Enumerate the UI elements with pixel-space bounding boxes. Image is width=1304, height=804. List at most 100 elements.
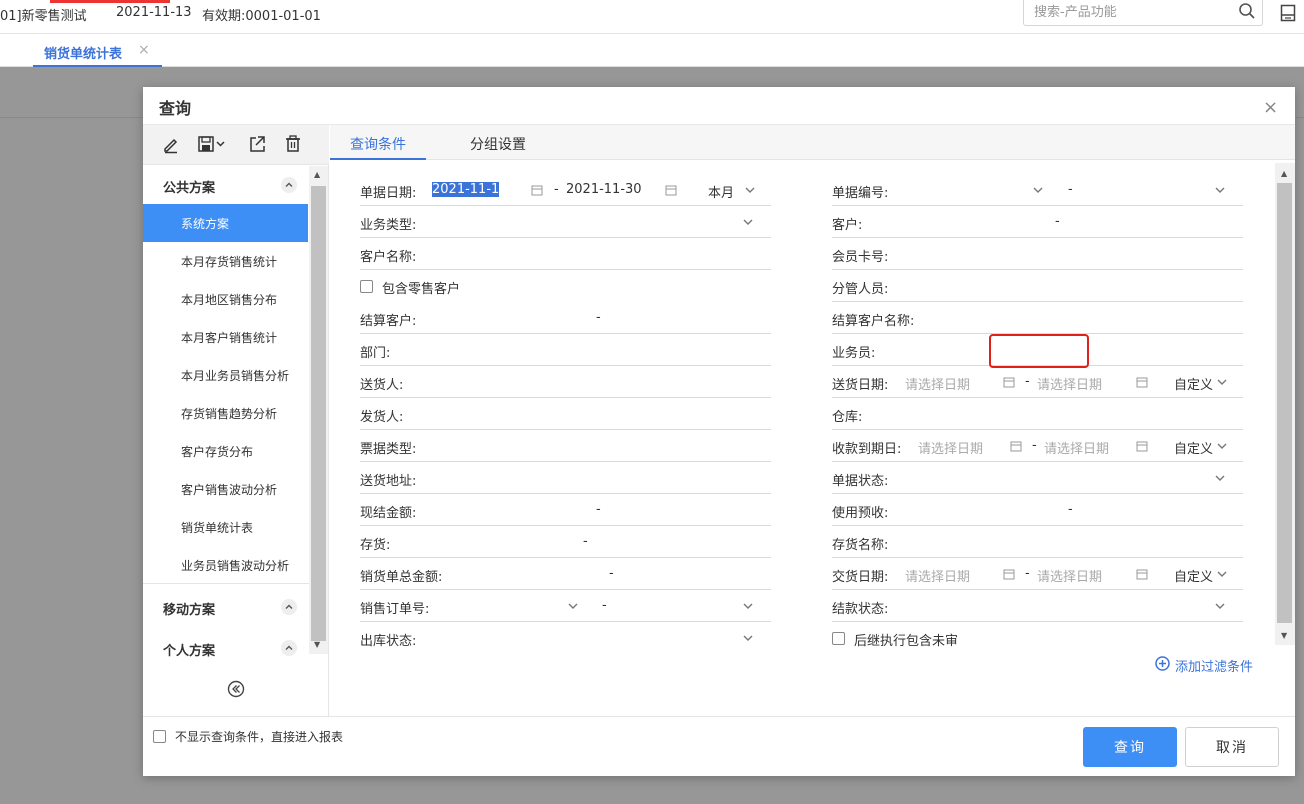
field-customer[interactable]: 客户: - [832,206,1243,238]
field-member-card[interactable]: 会员卡号: [832,238,1243,270]
scroll-up-icon[interactable]: ▲ [1281,169,1287,178]
scroll-down-icon[interactable]: ▼ [314,640,320,649]
scheme-item[interactable]: 本月地区销售分布 [143,280,308,318]
tab-conditions[interactable]: 查询条件 [350,134,406,154]
tab-sales-summary[interactable]: 销货单统计表 × [33,34,162,67]
group-public[interactable]: 公共方案 [143,166,309,204]
search-input[interactable] [1034,1,1234,23]
field-doc-no[interactable]: 单据编号: - [832,174,1243,206]
field-invoice-type[interactable]: 票据类型: [360,430,771,462]
field-doc-status[interactable]: 单据状态: [832,462,1243,494]
scheme-item[interactable]: 本月存货销售统计 [143,242,308,280]
tab-grouping[interactable]: 分组设置 [470,134,526,154]
chevron-down-icon[interactable] [742,600,754,612]
calendar-icon[interactable] [665,184,677,196]
chevron-down-icon[interactable] [1214,184,1226,196]
skip-conditions-checkbox[interactable] [153,730,166,743]
field-settle-cust[interactable]: 结算客户: - [360,302,771,334]
date-from-input[interactable]: 请选择日期 [905,374,970,393]
scheme-item[interactable]: 客户存货分布 [143,432,308,470]
delete-icon[interactable] [283,134,303,154]
field-address[interactable]: 送货地址: [360,462,771,494]
calendar-icon[interactable] [1136,440,1148,452]
collapse-left-icon[interactable] [227,680,245,698]
chevron-down-icon[interactable] [1214,600,1226,612]
tab-close-icon[interactable]: × [138,42,150,58]
scheme-item-system[interactable]: 系统方案 [143,204,308,242]
date-to-input[interactable]: 2021-11-30 [566,182,642,197]
retail-checkbox[interactable] [360,280,373,293]
field-stock-name[interactable]: 存货名称: [832,526,1243,558]
calendar-icon[interactable] [1010,440,1022,452]
chevron-down-icon[interactable] [1214,472,1226,484]
chevron-down-icon[interactable] [742,632,754,644]
field-settle-name[interactable]: 结算客户名称: [832,302,1243,334]
export-icon[interactable] [247,134,267,154]
field-warehouse[interactable]: 仓库: [832,398,1243,430]
scroll-up-icon[interactable]: ▲ [314,170,320,179]
scheme-item[interactable]: 销货单统计表 [143,508,308,546]
search-icon[interactable] [1238,2,1256,20]
date-from-input[interactable]: 2021-11-1 [432,182,500,197]
layout-icon[interactable] [1280,4,1296,22]
field-pay-status[interactable]: 结款状态: [832,590,1243,622]
dialog-close-icon[interactable]: × [1263,97,1278,118]
period-select[interactable]: 本月 [708,182,734,201]
chevron-down-icon[interactable] [1216,440,1228,452]
mode-select[interactable]: 自定义 [1174,438,1213,457]
chevron-up-icon[interactable] [281,640,297,656]
field-deliverer[interactable]: 送货人: [360,366,771,398]
chevron-down-icon[interactable] [567,600,579,612]
field-shipper[interactable]: 发货人: [360,398,771,430]
calendar-icon[interactable] [531,184,543,196]
field-cash-amount[interactable]: 现结金额: - [360,494,771,526]
calendar-icon[interactable] [1003,376,1015,388]
group-mobile[interactable]: 移动方案 [143,588,309,626]
query-button[interactable]: 查询 [1083,727,1177,767]
calendar-icon[interactable] [1136,568,1148,580]
field-prepay[interactable]: 使用预收: - [832,494,1243,526]
calendar-icon[interactable] [1136,376,1148,388]
date-to-input[interactable]: 请选择日期 [1044,438,1109,457]
scrollbar-thumb[interactable] [311,186,326,641]
field-manager[interactable]: 分管人员: [832,270,1243,302]
scheme-item[interactable]: 客户销售波动分析 [143,470,308,508]
chevron-down-icon[interactable] [1216,376,1228,388]
search-box[interactable] [1023,0,1263,26]
field-stock[interactable]: 存货: - [360,526,771,558]
date-from-input[interactable]: 请选择日期 [918,438,983,457]
field-dept[interactable]: 部门: [360,334,771,366]
save-icon[interactable] [197,134,227,154]
date-to-input[interactable]: 请选择日期 [1037,374,1102,393]
chevron-down-icon[interactable] [1216,568,1228,580]
field-out-status[interactable]: 出库状态: [360,622,771,654]
date-from-input[interactable]: 请选择日期 [905,566,970,585]
scroll-down-icon[interactable]: ▼ [1281,631,1287,640]
scrollbar-thumb[interactable] [1277,183,1292,623]
chevron-down-icon[interactable] [742,216,754,228]
scheme-item[interactable]: 业务员销售波动分析 [143,546,308,584]
scheme-scrollbar[interactable]: ▲ ▼ [309,166,328,654]
edit-icon[interactable] [161,134,181,154]
field-biz-type[interactable]: 业务类型: [360,206,771,238]
group-personal[interactable]: 个人方案 [143,629,309,667]
follow-checkbox[interactable] [832,632,845,645]
field-order-no[interactable]: 销售订单号: - [360,590,771,622]
calendar-icon[interactable] [1003,568,1015,580]
cancel-button[interactable]: 取消 [1185,727,1279,767]
chevron-down-icon[interactable] [744,184,756,196]
mode-select[interactable]: 自定义 [1174,374,1213,393]
mode-select[interactable]: 自定义 [1174,566,1213,585]
scheme-item[interactable]: 存货销售趋势分析 [143,394,308,432]
date-to-input[interactable]: 请选择日期 [1037,566,1102,585]
scheme-item[interactable]: 本月业务员销售分析 [143,356,308,394]
chevron-down-icon[interactable] [1032,184,1044,196]
condition-scrollbar[interactable]: ▲ ▼ [1275,163,1295,645]
chevron-up-icon[interactable] [281,599,297,615]
field-total-amount[interactable]: 销货单总金额: - [360,558,771,590]
scheme-list: 公共方案 系统方案 本月存货销售统计 本月地区销售分布 本月客户销售统计 本月业… [143,166,309,716]
field-label: 出库状态: [360,634,417,649]
chevron-up-icon[interactable] [281,177,297,193]
field-cust-name[interactable]: 客户名称: [360,238,771,270]
scheme-item[interactable]: 本月客户销售统计 [143,318,308,356]
